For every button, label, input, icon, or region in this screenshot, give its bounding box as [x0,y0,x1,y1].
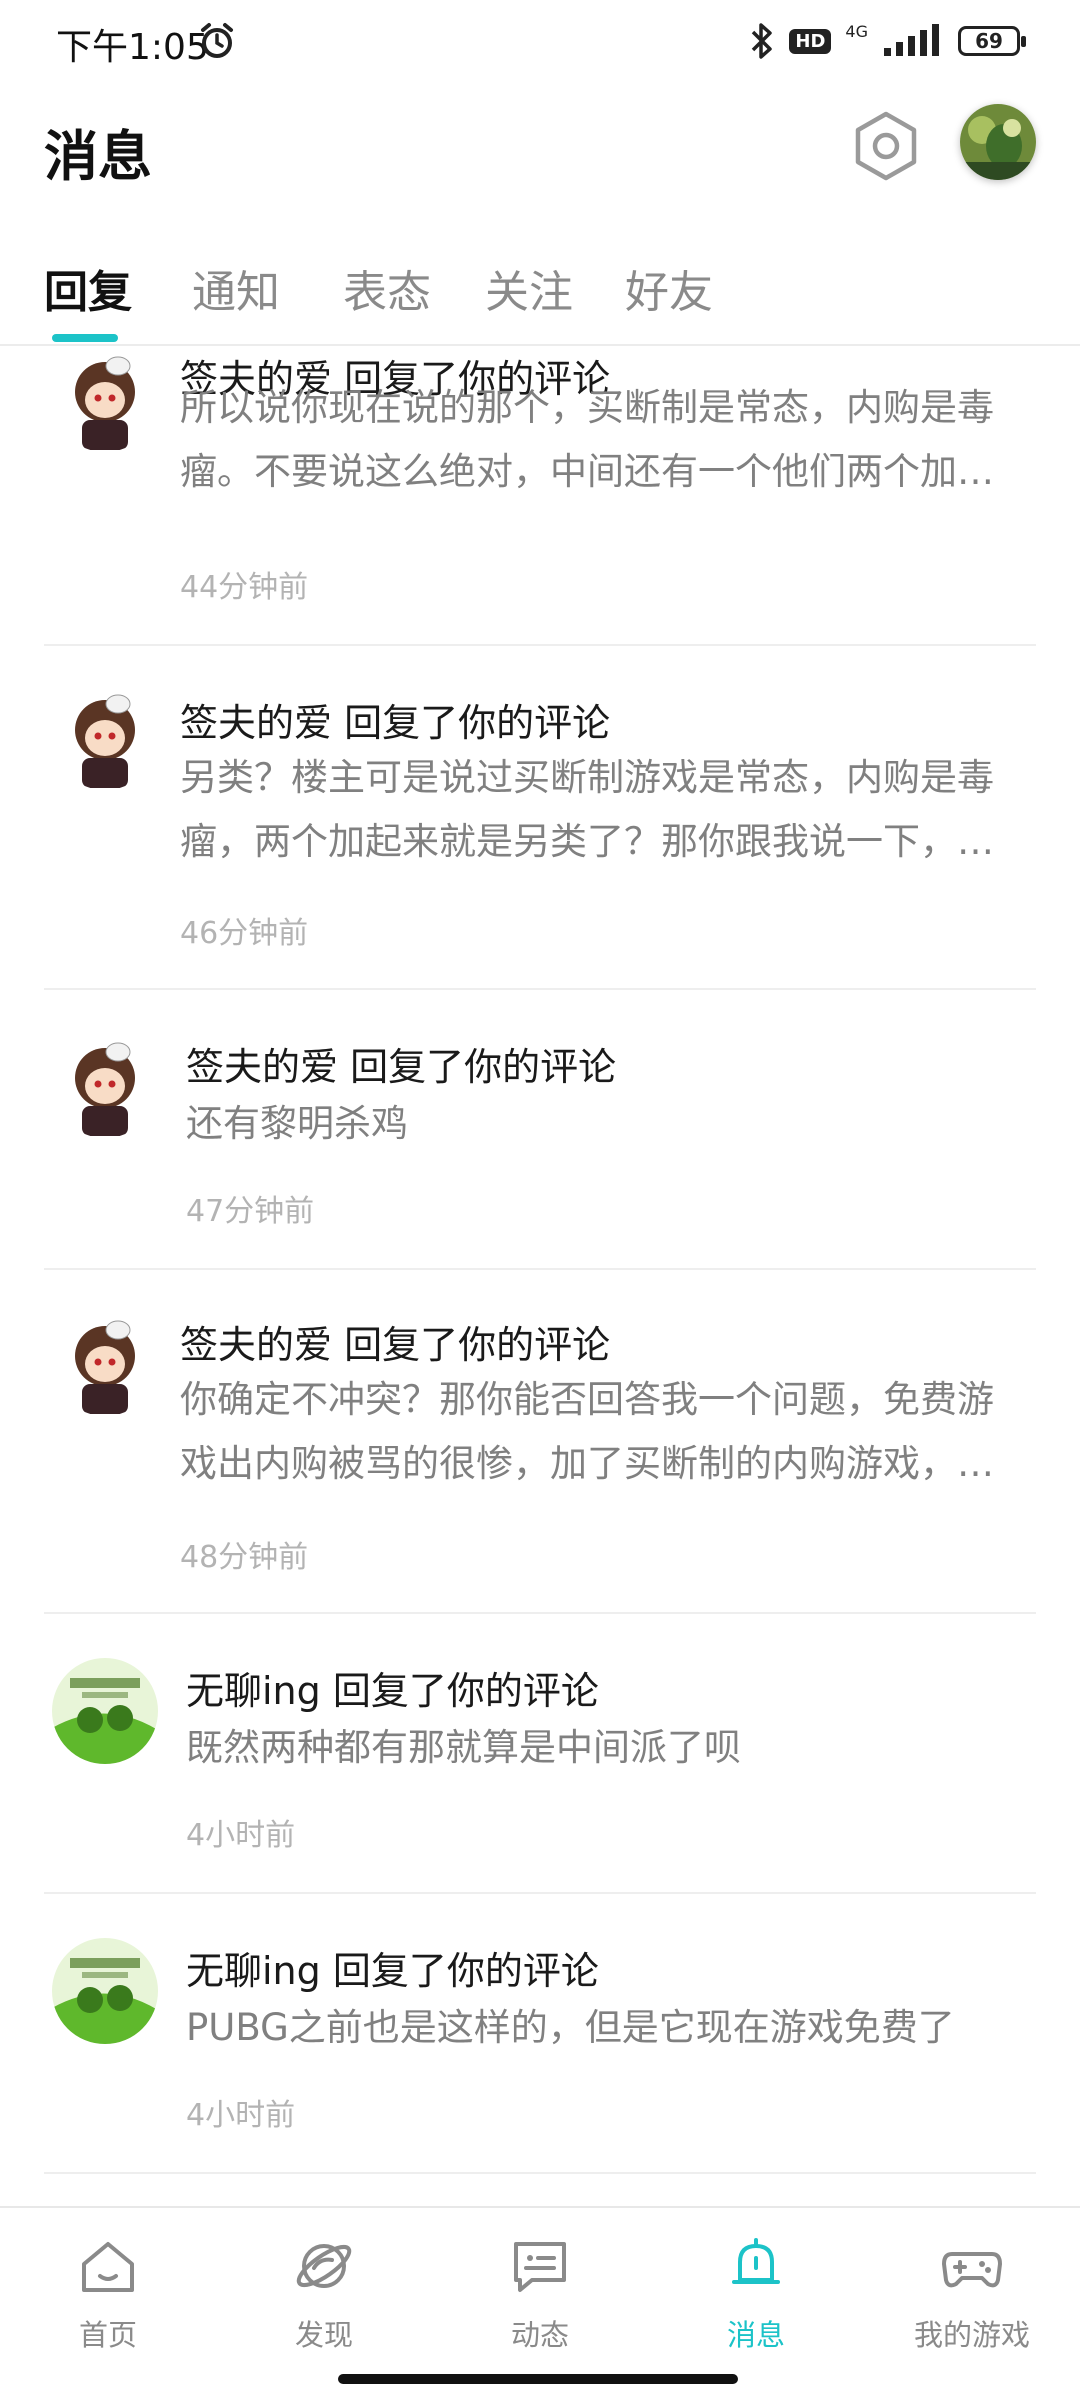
item-body: 另类？楼主可是说过买断制游戏是常态，内购是毒 瘤，两个加起来就是另类了？那你跟我… [180,746,1022,874]
active-tab-indicator [52,334,118,342]
bluetooth-icon [752,23,773,59]
nav-feed[interactable]: 动态 [432,2208,648,2358]
gamepad-icon [942,2252,1002,2288]
list-item[interactable]: 签夫的爱 回复了你的评论 所以说你现在说的那个，买断制是常态，内购是毒 瘤。不要… [44,346,1036,646]
settings-icon[interactable] [850,110,922,182]
home-indicator[interactable] [338,2374,738,2384]
item-body: 既然两种都有那就算是中间派了呗 [186,1716,1028,1780]
avatar[interactable] [52,346,158,452]
avatar-image [52,684,158,790]
item-title: 签夫的爱 回复了你的评论 [180,1323,611,1367]
home-icon [82,2242,134,2292]
item-title: 签夫的爱 回复了你的评论 [180,701,611,745]
list-item[interactable]: 签夫的爱 回复了你的评论 另类？楼主可是说过买断制游戏是常态，内购是毒 瘤，两个… [44,646,1036,990]
item-time: 46分钟前 [180,916,309,951]
bottom-nav: 首页 发现 动态 消息 我的游戏 [0,2206,1080,2358]
avatar-image [52,346,158,452]
message-tabs: 回复 通知 表态 关注 好友 [0,250,1080,346]
signal-icon [884,24,939,56]
item-title: 签夫的爱 回复了你的评论 [186,1045,617,1089]
avatar[interactable] [52,1310,158,1416]
list-item[interactable]: 签夫的爱 回复了你的评论 你确定不冲突？那你能否回答我一个问题，免费游 戏出内购… [44,1270,1036,1614]
planet-icon [296,2244,352,2288]
item-body-line: 所以说你现在说的那个，买断制是常态，内购是毒 [180,386,994,429]
avatar[interactable] [52,1938,158,2044]
item-body: 所以说你现在说的那个，买断制是常态，内购是毒 瘤。不要说这么绝对，中间还有一个他… [180,376,1022,504]
tab-reaction[interactable]: 表态 [343,256,431,320]
nav-label: 发现 [294,2318,353,2352]
nav-label: 首页 [78,2318,137,2352]
hd-badge: HD [789,28,832,54]
message-list[interactable]: 签夫的爱 回复了你的评论 所以说你现在说的那个，买断制是常态，内购是毒 瘤。不要… [0,346,1080,2206]
item-body-line: 瘤，两个加起来就是另类了？那你跟我说一下，… [180,820,994,863]
item-body: 还有黎明杀鸡 [186,1092,1028,1156]
avatar-image [52,1032,158,1138]
tab-notice[interactable]: 通知 [192,256,280,320]
list-item[interactable]: 无聊ing 回复了你的评论 既然两种都有那就算是中间派了呗 4小时前 [44,1614,1036,1894]
chat-icon [514,2242,566,2292]
item-title: 无聊ing 回复了你的评论 [186,1949,599,1993]
avatar[interactable] [52,1032,158,1138]
battery-level: 69 [975,29,1003,53]
item-body: PUBG之前也是这样的，但是它现在游戏免费了 [186,1996,1028,2060]
nav-messages[interactable]: 消息 [648,2208,864,2358]
item-time: 44分钟前 [180,570,309,605]
avatar-image [960,104,1036,180]
battery-indicator: 69 [958,26,1026,56]
item-body-line: 你确定不冲突？那你能否回答我一个问题，免费游 [180,1378,994,1421]
user-avatar[interactable] [960,104,1036,180]
page-title: 消息 [44,125,152,188]
item-body-line: 另类？楼主可是说过买断制游戏是常态，内购是毒 [180,756,994,799]
item-time: 48分钟前 [180,1540,309,1575]
status-bar: 下午1:05 HD 4G 69 [0,0,1080,84]
nav-label: 动态 [510,2318,569,2352]
nav-my-games[interactable]: 我的游戏 [864,2208,1080,2358]
avatar-image [52,1658,158,1764]
item-body-line: 还有黎明杀鸡 [186,1102,408,1145]
list-item[interactable]: 签夫的爱 回复了你的评论 还有黎明杀鸡 47分钟前 [44,990,1036,1270]
bell-icon [732,2238,780,2284]
tab-friends[interactable]: 好友 [625,256,713,320]
alarm-icon [201,23,233,58]
item-body-line: PUBG之前也是这样的，但是它现在游戏免费了 [186,2006,955,2049]
network-type: 4G [845,21,868,41]
list-item[interactable]: 无聊ing 回复了你的评论 PUBG之前也是这样的，但是它现在游戏免费了 4小时… [44,1894,1036,2174]
item-body-line: 瘤。不要说这么绝对，中间还有一个他们两个加… [180,450,994,493]
tab-follow[interactable]: 关注 [485,256,573,320]
avatar[interactable] [52,684,158,790]
nav-label: 我的游戏 [913,2318,1030,2352]
item-title: 无聊ing 回复了你的评论 [186,1669,599,1713]
avatar[interactable] [52,1658,158,1764]
item-body: 你确定不冲突？那你能否回答我一个问题，免费游 戏出内购被骂的很惨，加了买断制的内… [180,1368,1022,1496]
item-body-line: 既然两种都有那就算是中间派了呗 [186,1726,741,1769]
nav-label: 消息 [726,2318,785,2352]
item-time: 4小时前 [186,2098,296,2133]
avatar-image [52,1938,158,2044]
item-time: 47分钟前 [186,1194,315,1229]
item-time: 4小时前 [186,1818,296,1853]
tab-reply[interactable]: 回复 [44,256,132,320]
item-body-line: 戏出内购被骂的很惨，加了买断制的内购游戏，… [180,1442,994,1485]
avatar-image [52,1310,158,1416]
nav-discover[interactable]: 发现 [216,2208,432,2358]
status-time: 下午1:05 [56,27,209,68]
nav-home[interactable]: 首页 [0,2208,216,2358]
